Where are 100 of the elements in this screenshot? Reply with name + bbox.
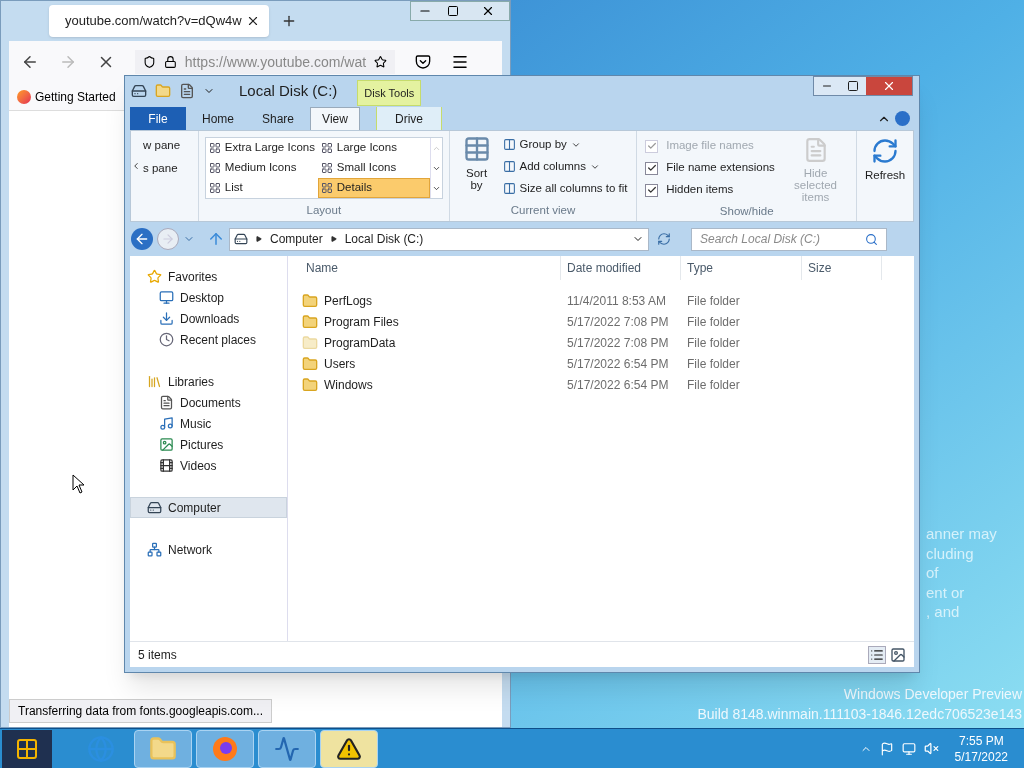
bookmark-link[interactable]: Getting Started <box>35 87 116 106</box>
nav-item[interactable]: Computer <box>130 497 287 518</box>
star-icon <box>147 269 162 284</box>
item-count: 5 items <box>138 646 177 664</box>
build-text: Build 8148.winmain.111103-1846.12edc706523e143 <box>697 705 1022 724</box>
layout-option[interactable]: Large Icons <box>317 138 430 158</box>
back-icon[interactable] <box>21 53 39 71</box>
column-header[interactable]: Name <box>300 256 561 280</box>
columns-icon <box>502 182 516 195</box>
layout-option[interactable]: List <box>205 178 318 198</box>
refresh-icon <box>871 137 900 165</box>
download-icon <box>159 311 174 326</box>
layout-option[interactable]: Extra Large Icons <box>205 138 318 158</box>
new-tab-icon[interactable] <box>281 13 297 29</box>
large-icons-view-icon[interactable] <box>890 646 906 663</box>
ribbon-tab[interactable]: Home <box>190 107 246 130</box>
lock-icon <box>163 54 177 70</box>
ribbon-tab[interactable]: File <box>130 107 186 130</box>
nav-item[interactable]: Videos <box>130 455 287 476</box>
browser-tab[interactable]: youtube.com/watch?v=dQw4w <box>49 5 269 37</box>
nav-item[interactable]: Network <box>130 539 287 560</box>
nav-item[interactable]: Pictures <box>130 434 287 455</box>
nav-item[interactable]: Recent places <box>130 329 287 350</box>
picture-icon <box>159 437 174 452</box>
checkbox-label: File name extensions <box>666 160 775 176</box>
type-cell-text: File folder <box>686 376 741 394</box>
menu-icon[interactable] <box>451 53 469 71</box>
view-command[interactable]: Group by <box>502 135 628 154</box>
muted-speaker-icon[interactable] <box>923 741 939 756</box>
document-icon[interactable] <box>179 83 195 99</box>
scroll-left-icon[interactable] <box>131 161 141 171</box>
desktop-notice-text: , and <box>925 602 961 622</box>
group-label: Layout <box>306 202 342 218</box>
file-name[interactable]: PerfLogs <box>324 291 373 310</box>
nav-item[interactable]: Downloads <box>130 308 287 329</box>
date-cell-text: 5/17/2022 6:54 PM <box>566 355 670 373</box>
column-header[interactable]: Type <box>681 256 802 280</box>
pane-button[interactable]: s pane <box>143 160 181 178</box>
context-tab-header: Disk Tools <box>357 80 422 106</box>
checkbox[interactable] <box>645 161 659 175</box>
layout-option[interactable]: Details <box>317 178 430 198</box>
up-icon[interactable] <box>207 230 225 248</box>
search-icon <box>865 232 878 246</box>
drive-icon[interactable] <box>131 83 147 99</box>
ribbon-tab[interactable]: Share <box>250 107 306 130</box>
date-cell-text: 5/17/2022 6:54 PM <box>566 376 670 394</box>
nav-item[interactable]: Music <box>130 413 287 434</box>
layout-option[interactable]: Small Icons <box>317 158 430 178</box>
view-command[interactable]: Add columns <box>502 157 628 176</box>
column-header[interactable]: Date modified <box>561 256 681 280</box>
date-cell-text: 11/4/2011 8:53 AM <box>566 292 667 310</box>
checkmark-icon <box>646 163 657 173</box>
view-icon <box>320 162 333 174</box>
clock[interactable]: 7:55 PM 5/17/2022 <box>954 732 1008 765</box>
nav-item[interactable]: Desktop <box>130 287 287 308</box>
file-name[interactable]: Users <box>324 354 356 373</box>
details-view-icon[interactable] <box>868 645 886 664</box>
clock-icon <box>159 332 174 347</box>
checkmark-icon <box>646 185 657 195</box>
column-header[interactable]: Size <box>802 256 882 280</box>
search-field[interactable]: Search Local Disk (C:) <box>691 227 887 251</box>
columns-icon <box>502 138 516 151</box>
breadcrumb[interactable]: Computer <box>270 230 323 248</box>
file-name[interactable]: ProgramData <box>324 333 396 352</box>
pocket-icon[interactable] <box>415 54 431 70</box>
status-text: Transferring data from fonts.googleapis.com... <box>9 699 272 723</box>
star-icon[interactable] <box>374 54 387 70</box>
view-command[interactable]: Size all columns to fit <box>502 179 628 198</box>
checkmark-icon <box>646 141 657 151</box>
ribbon-tab[interactable]: View <box>310 107 360 130</box>
file-name[interactable]: Program Files <box>324 312 399 331</box>
warning-icon <box>336 735 362 762</box>
desktop-notice-text: of <box>925 563 940 583</box>
nav-item[interactable]: Libraries <box>130 371 287 392</box>
ribbon-tab[interactable]: Drive <box>376 107 442 130</box>
flag-icon[interactable] <box>879 741 894 756</box>
nav-item[interactable]: Documents <box>130 392 287 413</box>
columns-icon <box>502 160 516 173</box>
pane-button[interactable]: w pane <box>143 137 181 155</box>
back-icon[interactable] <box>131 228 153 250</box>
layout-option[interactable]: Medium Icons <box>205 158 318 178</box>
type-cell-text: File folder <box>686 334 741 352</box>
checkbox[interactable] <box>645 183 659 197</box>
file-name[interactable]: Windows <box>324 375 373 394</box>
folder-icon <box>149 734 177 763</box>
breadcrumb[interactable]: Local Disk (C:) <box>344 230 424 248</box>
type-cell-text: File folder <box>686 355 741 373</box>
sort-by-button[interactable]: Sort by <box>458 135 495 198</box>
nav-item[interactable]: Favorites <box>130 266 287 287</box>
shield-icon <box>143 54 156 70</box>
start-button[interactable] <box>2 729 52 768</box>
taskbar-button[interactable] <box>320 729 378 768</box>
view-icon <box>320 182 333 194</box>
chevron-icon <box>256 236 262 242</box>
network-icon[interactable] <box>901 741 916 756</box>
refresh-icon[interactable] <box>657 232 671 246</box>
desktop-notice-text: ent or <box>925 582 966 602</box>
refresh-button[interactable]: Refresh <box>857 131 913 221</box>
address-bar[interactable]: Computer Local Disk (C:) <box>229 227 649 251</box>
group-label: Current view <box>510 202 576 218</box>
